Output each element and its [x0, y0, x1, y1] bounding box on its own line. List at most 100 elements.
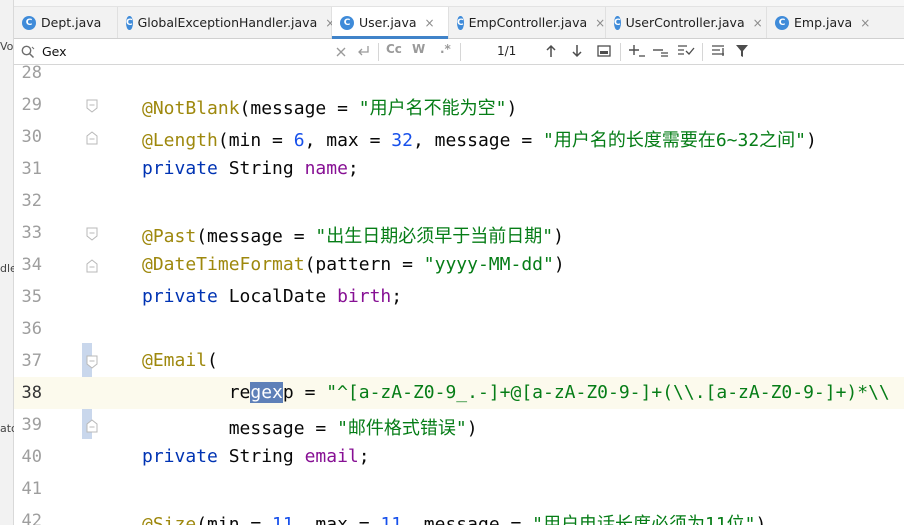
tab-label: EmpController.java — [468, 15, 588, 30]
match-case-button[interactable]: Cc — [386, 42, 402, 56]
tab-label: User.java — [359, 15, 417, 30]
code-token: 6 — [293, 130, 305, 151]
line-number: 36 — [21, 319, 42, 339]
close-icon[interactable]: × — [425, 16, 435, 30]
code-token: @DateTimeFormat — [142, 254, 305, 275]
line-number: 39 — [21, 415, 42, 435]
tab-user-java[interactable]: C User.java × — [332, 7, 449, 39]
code-line[interactable]: 32 — [14, 185, 904, 217]
code-token: LocalDate — [217, 286, 338, 307]
code-line[interactable]: 37 @Email( — [14, 345, 904, 377]
code-line[interactable]: 31 private String name; — [14, 153, 904, 185]
code-token: private — [142, 286, 218, 307]
code-line[interactable]: 34 @DateTimeFormat(pattern = "yyyy-MM-dd"… — [14, 249, 904, 281]
code-token: p = — [282, 382, 327, 403]
close-icon[interactable]: × — [753, 16, 763, 30]
code-line[interactable]: 39 message = "邮件格式错误") — [14, 409, 904, 441]
code-token: @Email — [142, 350, 208, 371]
code-token: (min = — [196, 514, 273, 525]
whole-words-button[interactable]: W — [412, 42, 425, 56]
tab-global-exception-handler-java[interactable]: C GlobalExceptionHandler.java × — [118, 7, 335, 38]
code-line[interactable]: 40 private String email; — [14, 441, 904, 473]
code-line[interactable]: 28 — [14, 57, 904, 89]
regex-button[interactable]: .* — [440, 42, 451, 56]
class-icon: C — [775, 15, 789, 30]
code-token: , max = — [304, 130, 392, 151]
code-token: , message = — [412, 130, 543, 151]
tab-dept-java[interactable]: C Dept.java — [14, 7, 118, 38]
code-token: 11 — [380, 514, 403, 525]
class-icon: C — [614, 15, 621, 30]
code-token: , max = — [293, 514, 381, 525]
fold-marker-icon[interactable] — [86, 258, 98, 273]
code-token: ; — [391, 286, 403, 307]
close-icon[interactable]: × — [860, 16, 870, 30]
code-token: re — [142, 382, 251, 403]
tab-label: Emp.java — [794, 15, 853, 30]
code-line[interactable]: 42 @Size(min = 11, max = 11, message = "用… — [14, 505, 904, 525]
code-text: @Past(message = "出生日期必须早于当前日期") — [142, 222, 564, 248]
code-token: private — [142, 158, 218, 179]
tab-user-controller-java[interactable]: C UserController.java × — [606, 7, 767, 38]
code-token: (pattern = — [304, 254, 424, 275]
code-line[interactable]: 41 — [14, 473, 904, 505]
match-count: 1/1 — [497, 44, 517, 58]
close-icon[interactable]: × — [595, 16, 605, 30]
code-token: (message = — [239, 98, 359, 119]
tab-label: UserController.java — [625, 15, 745, 30]
class-icon: C — [340, 15, 354, 30]
line-number: 34 — [21, 255, 42, 275]
class-icon: C — [457, 15, 464, 30]
panel-fragment: Vo — [0, 40, 14, 53]
code-text: regexp = "^[a-zA-Z0-9_.-]+@[a-zA-Z0-9-]+… — [142, 382, 890, 403]
code-line[interactable]: 29 @NotBlank(message = "用户名不能为空") — [14, 89, 904, 121]
code-text: private LocalDate birth; — [142, 286, 402, 307]
code-token: "用户名不能为空" — [358, 98, 507, 119]
code-text: @Email( — [142, 350, 218, 371]
code-text: @DateTimeFormat(pattern = "yyyy-MM-dd") — [142, 254, 565, 275]
fold-marker-icon[interactable] — [86, 354, 98, 369]
line-number: 38 — [21, 383, 42, 403]
code-line[interactable]: 33 @Past(message = "出生日期必须早于当前日期") — [14, 217, 904, 249]
code-token: message = — [142, 418, 338, 439]
code-token: "^[a-zA-Z0-9_.-]+@[a-zA-Z0-9-]+(\\.[a-zA… — [326, 382, 890, 403]
code-token: ) — [806, 130, 817, 151]
code-text: private String email; — [142, 446, 370, 467]
code-token: birth — [337, 286, 392, 307]
code-line[interactable]: 38 regexp = "^[a-zA-Z0-9_.-]+@[a-zA-Z0-9… — [14, 377, 904, 409]
code-token: @Size — [142, 514, 197, 525]
line-number: 30 — [21, 127, 42, 147]
tab-emp-controller-java[interactable]: C EmpController.java × — [449, 7, 606, 38]
code-token: (min = — [217, 130, 294, 151]
window-top-strip — [0, 0, 904, 7]
code-token: private — [142, 446, 218, 467]
code-token: String — [217, 158, 305, 179]
code-line[interactable]: 36 — [14, 313, 904, 345]
adjacent-panel-strip: Vo dle ato — [0, 0, 18, 525]
code-text: message = "邮件格式错误") — [142, 414, 478, 440]
line-number: 41 — [21, 479, 42, 499]
code-token: ) — [755, 514, 767, 525]
code-text: @Length(min = 6, max = 32, message = "用户… — [142, 126, 817, 152]
fold-marker-icon[interactable] — [86, 418, 98, 433]
tab-label: Dept.java — [41, 15, 102, 30]
code-token: ) — [466, 418, 478, 439]
fold-marker-icon[interactable] — [86, 98, 98, 113]
line-number: 31 — [21, 159, 42, 179]
code-line[interactable]: 30 @Length(min = 6, max = 32, message = "… — [14, 121, 904, 153]
code-token: "邮件格式错误" — [337, 418, 467, 439]
code-token: "出生日期必须早于当前日期" — [315, 226, 554, 247]
fold-marker-icon[interactable] — [86, 226, 98, 241]
code-token: ; — [347, 158, 359, 179]
class-icon: C — [22, 15, 36, 30]
code-token: 11 — [272, 514, 294, 525]
code-token: "yyyy-MM-dd" — [423, 254, 554, 275]
search-match-highlight: gex — [250, 382, 283, 403]
fold-marker-icon[interactable] — [86, 130, 98, 145]
code-line[interactable]: 35 private LocalDate birth; — [14, 281, 904, 313]
tab-emp-java[interactable]: C Emp.java × — [767, 7, 904, 38]
code-token: @Length — [142, 130, 218, 151]
line-number: 32 — [21, 191, 42, 211]
code-editor[interactable]: 28 29 @NotBlank(message = "用户名不能为空") 30 @Len… — [14, 63, 904, 525]
code-token: name — [304, 158, 348, 179]
